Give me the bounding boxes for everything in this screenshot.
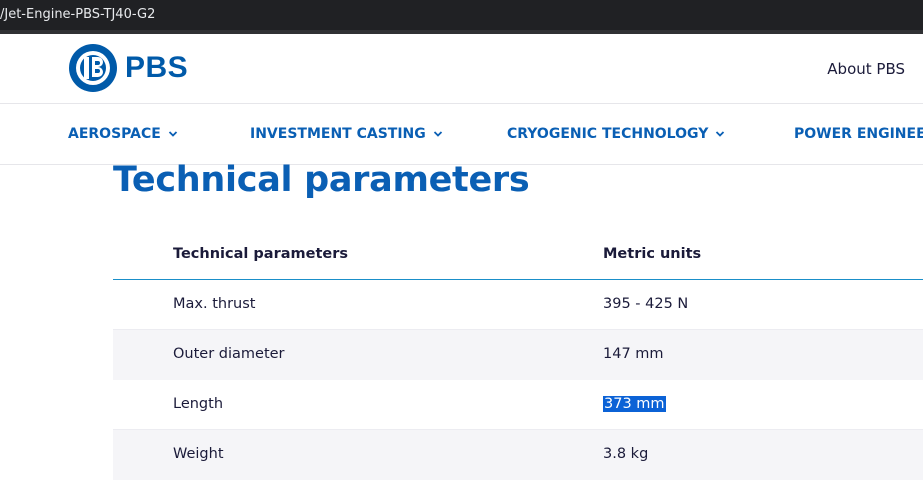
table-row: Weight 3.8 kg xyxy=(113,430,923,480)
parameter-name: Length xyxy=(173,396,224,412)
parameter-value: 147 mm xyxy=(603,346,664,362)
selected-text[interactable]: 373 mm xyxy=(603,396,666,412)
column-header-metric-units: Metric units xyxy=(603,246,702,262)
parameter-name: Weight xyxy=(173,446,224,462)
parameter-value-selected[interactable]: 373 mm xyxy=(603,396,666,412)
table-row: Max. thrust 395 - 425 N xyxy=(113,280,923,330)
pbs-logo[interactable]: PBS xyxy=(67,42,188,94)
pbs-logo-icon xyxy=(69,44,117,92)
nav-item-investment-casting[interactable]: INVESTMENT CASTING xyxy=(250,126,443,142)
url-text: /Jet-Engine-PBS-TJ40-G2 xyxy=(0,7,156,22)
page-title: Technical parameters xyxy=(113,160,530,200)
nav-item-label: AEROSPACE xyxy=(68,126,161,142)
nav-item-label: POWER ENGINEERING xyxy=(794,126,923,142)
parameter-value: 395 - 425 N xyxy=(603,296,689,312)
technical-parameters-table: Technical parameters Metric units Max. t… xyxy=(113,230,923,480)
nav-item-label: CRYOGENIC TECHNOLOGY xyxy=(507,126,709,142)
logo-text: PBS xyxy=(125,51,189,84)
about-pbs-link[interactable]: About PBS xyxy=(827,60,905,78)
nav-item-label: INVESTMENT CASTING xyxy=(250,126,426,142)
nav-item-power-engineering[interactable]: POWER ENGINEERING xyxy=(794,126,923,142)
parameter-name: Outer diameter xyxy=(173,346,285,362)
chevron-down-icon xyxy=(716,131,725,137)
table-row: Outer diameter 147 mm xyxy=(113,330,923,380)
parameter-value: 3.8 kg xyxy=(603,446,649,462)
nav-item-aerospace[interactable]: AEROSPACE xyxy=(68,126,178,142)
chevron-down-icon xyxy=(433,131,442,137)
site-header: PBS About PBS xyxy=(0,34,923,104)
browser-url-bar[interactable]: /Jet-Engine-PBS-TJ40-G2 xyxy=(0,0,923,34)
parameter-name: Max. thrust xyxy=(173,296,256,312)
main-navigation: AEROSPACE INVESTMENT CASTING CRYOGENIC T… xyxy=(0,105,923,165)
chevron-down-icon xyxy=(168,131,177,137)
table-row: Length 373 mm xyxy=(113,380,923,430)
table-header-row: Technical parameters Metric units xyxy=(113,230,923,280)
column-header-parameter: Technical parameters xyxy=(173,246,348,262)
nav-item-cryogenic-technology[interactable]: CRYOGENIC TECHNOLOGY xyxy=(507,126,725,142)
